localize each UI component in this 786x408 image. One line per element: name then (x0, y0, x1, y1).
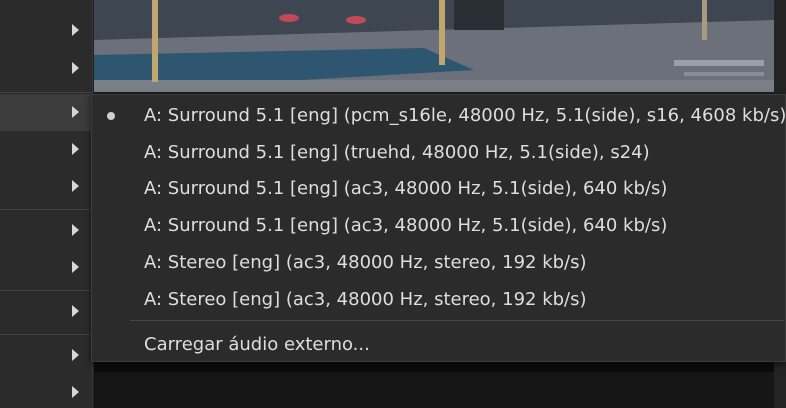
audio-track-item-selected[interactable]: A: Surround 5.1 [eng] (pcm_s16le, 48000 … (92, 97, 786, 134)
audio-track-item[interactable]: A: Stereo [eng] (ac3, 48000 Hz, stereo, … (92, 244, 785, 281)
audio-track-submenu: A: Surround 5.1 [eng] (pcm_s16le, 48000 … (91, 94, 786, 362)
load-external-audio-label: Carregar áudio externo... (144, 334, 370, 355)
parent-context-menu (0, 0, 93, 408)
audio-track-item[interactable]: A: Surround 5.1 [eng] (truehd, 48000 Hz,… (92, 134, 785, 171)
parent-menu-item[interactable] (0, 293, 92, 330)
video-frame-image (94, 0, 774, 92)
chevron-right-icon (72, 24, 79, 36)
menu-separator (0, 334, 92, 335)
audio-track-item[interactable]: A: Stereo [eng] (ac3, 48000 Hz, stereo, … (92, 281, 785, 318)
chevron-right-icon (72, 386, 79, 398)
parent-menu-item[interactable] (0, 50, 92, 90)
chevron-right-icon (72, 180, 79, 192)
chevron-right-icon (72, 261, 79, 273)
video-frame (94, 0, 774, 92)
parent-menu-item[interactable] (0, 131, 92, 168)
parent-menu-item[interactable] (0, 212, 92, 249)
player-controls-area (94, 372, 774, 408)
chevron-right-icon (72, 305, 79, 317)
chevron-right-icon (72, 62, 79, 74)
parent-menu-item[interactable] (0, 249, 92, 286)
audio-track-label: A: Surround 5.1 [eng] (pcm_s16le, 48000 … (144, 105, 786, 126)
menu-separator (0, 209, 92, 210)
audio-track-label: A: Surround 5.1 [eng] (ac3, 48000 Hz, 5.… (144, 215, 668, 236)
video-letterbox (94, 362, 774, 372)
audio-track-label: A: Surround 5.1 [eng] (truehd, 48000 Hz,… (144, 142, 650, 163)
menu-separator (0, 92, 92, 93)
parent-menu-item[interactable] (0, 10, 92, 50)
menu-separator (130, 320, 784, 321)
radio-dot-icon (107, 112, 115, 120)
parent-menu-item[interactable] (0, 374, 92, 408)
audio-track-label: A: Surround 5.1 [eng] (ac3, 48000 Hz, 5.… (144, 178, 668, 199)
audio-track-label: A: Stereo [eng] (ac3, 48000 Hz, stereo, … (144, 252, 587, 273)
audio-track-item[interactable]: A: Surround 5.1 [eng] (ac3, 48000 Hz, 5.… (92, 170, 785, 207)
parent-menu-item[interactable] (0, 337, 92, 374)
parent-menu-item-audio[interactable] (0, 94, 92, 131)
chevron-right-icon (72, 224, 79, 236)
load-external-audio-item[interactable]: Carregar áudio externo... (92, 326, 785, 363)
menu-separator (0, 290, 92, 291)
chevron-right-icon (72, 106, 79, 118)
chevron-right-icon (72, 349, 79, 361)
chevron-right-icon (72, 143, 79, 155)
audio-track-label: A: Stereo [eng] (ac3, 48000 Hz, stereo, … (144, 289, 587, 310)
parent-menu-item[interactable] (0, 168, 92, 205)
audio-track-item[interactable]: A: Surround 5.1 [eng] (ac3, 48000 Hz, 5.… (92, 207, 785, 244)
